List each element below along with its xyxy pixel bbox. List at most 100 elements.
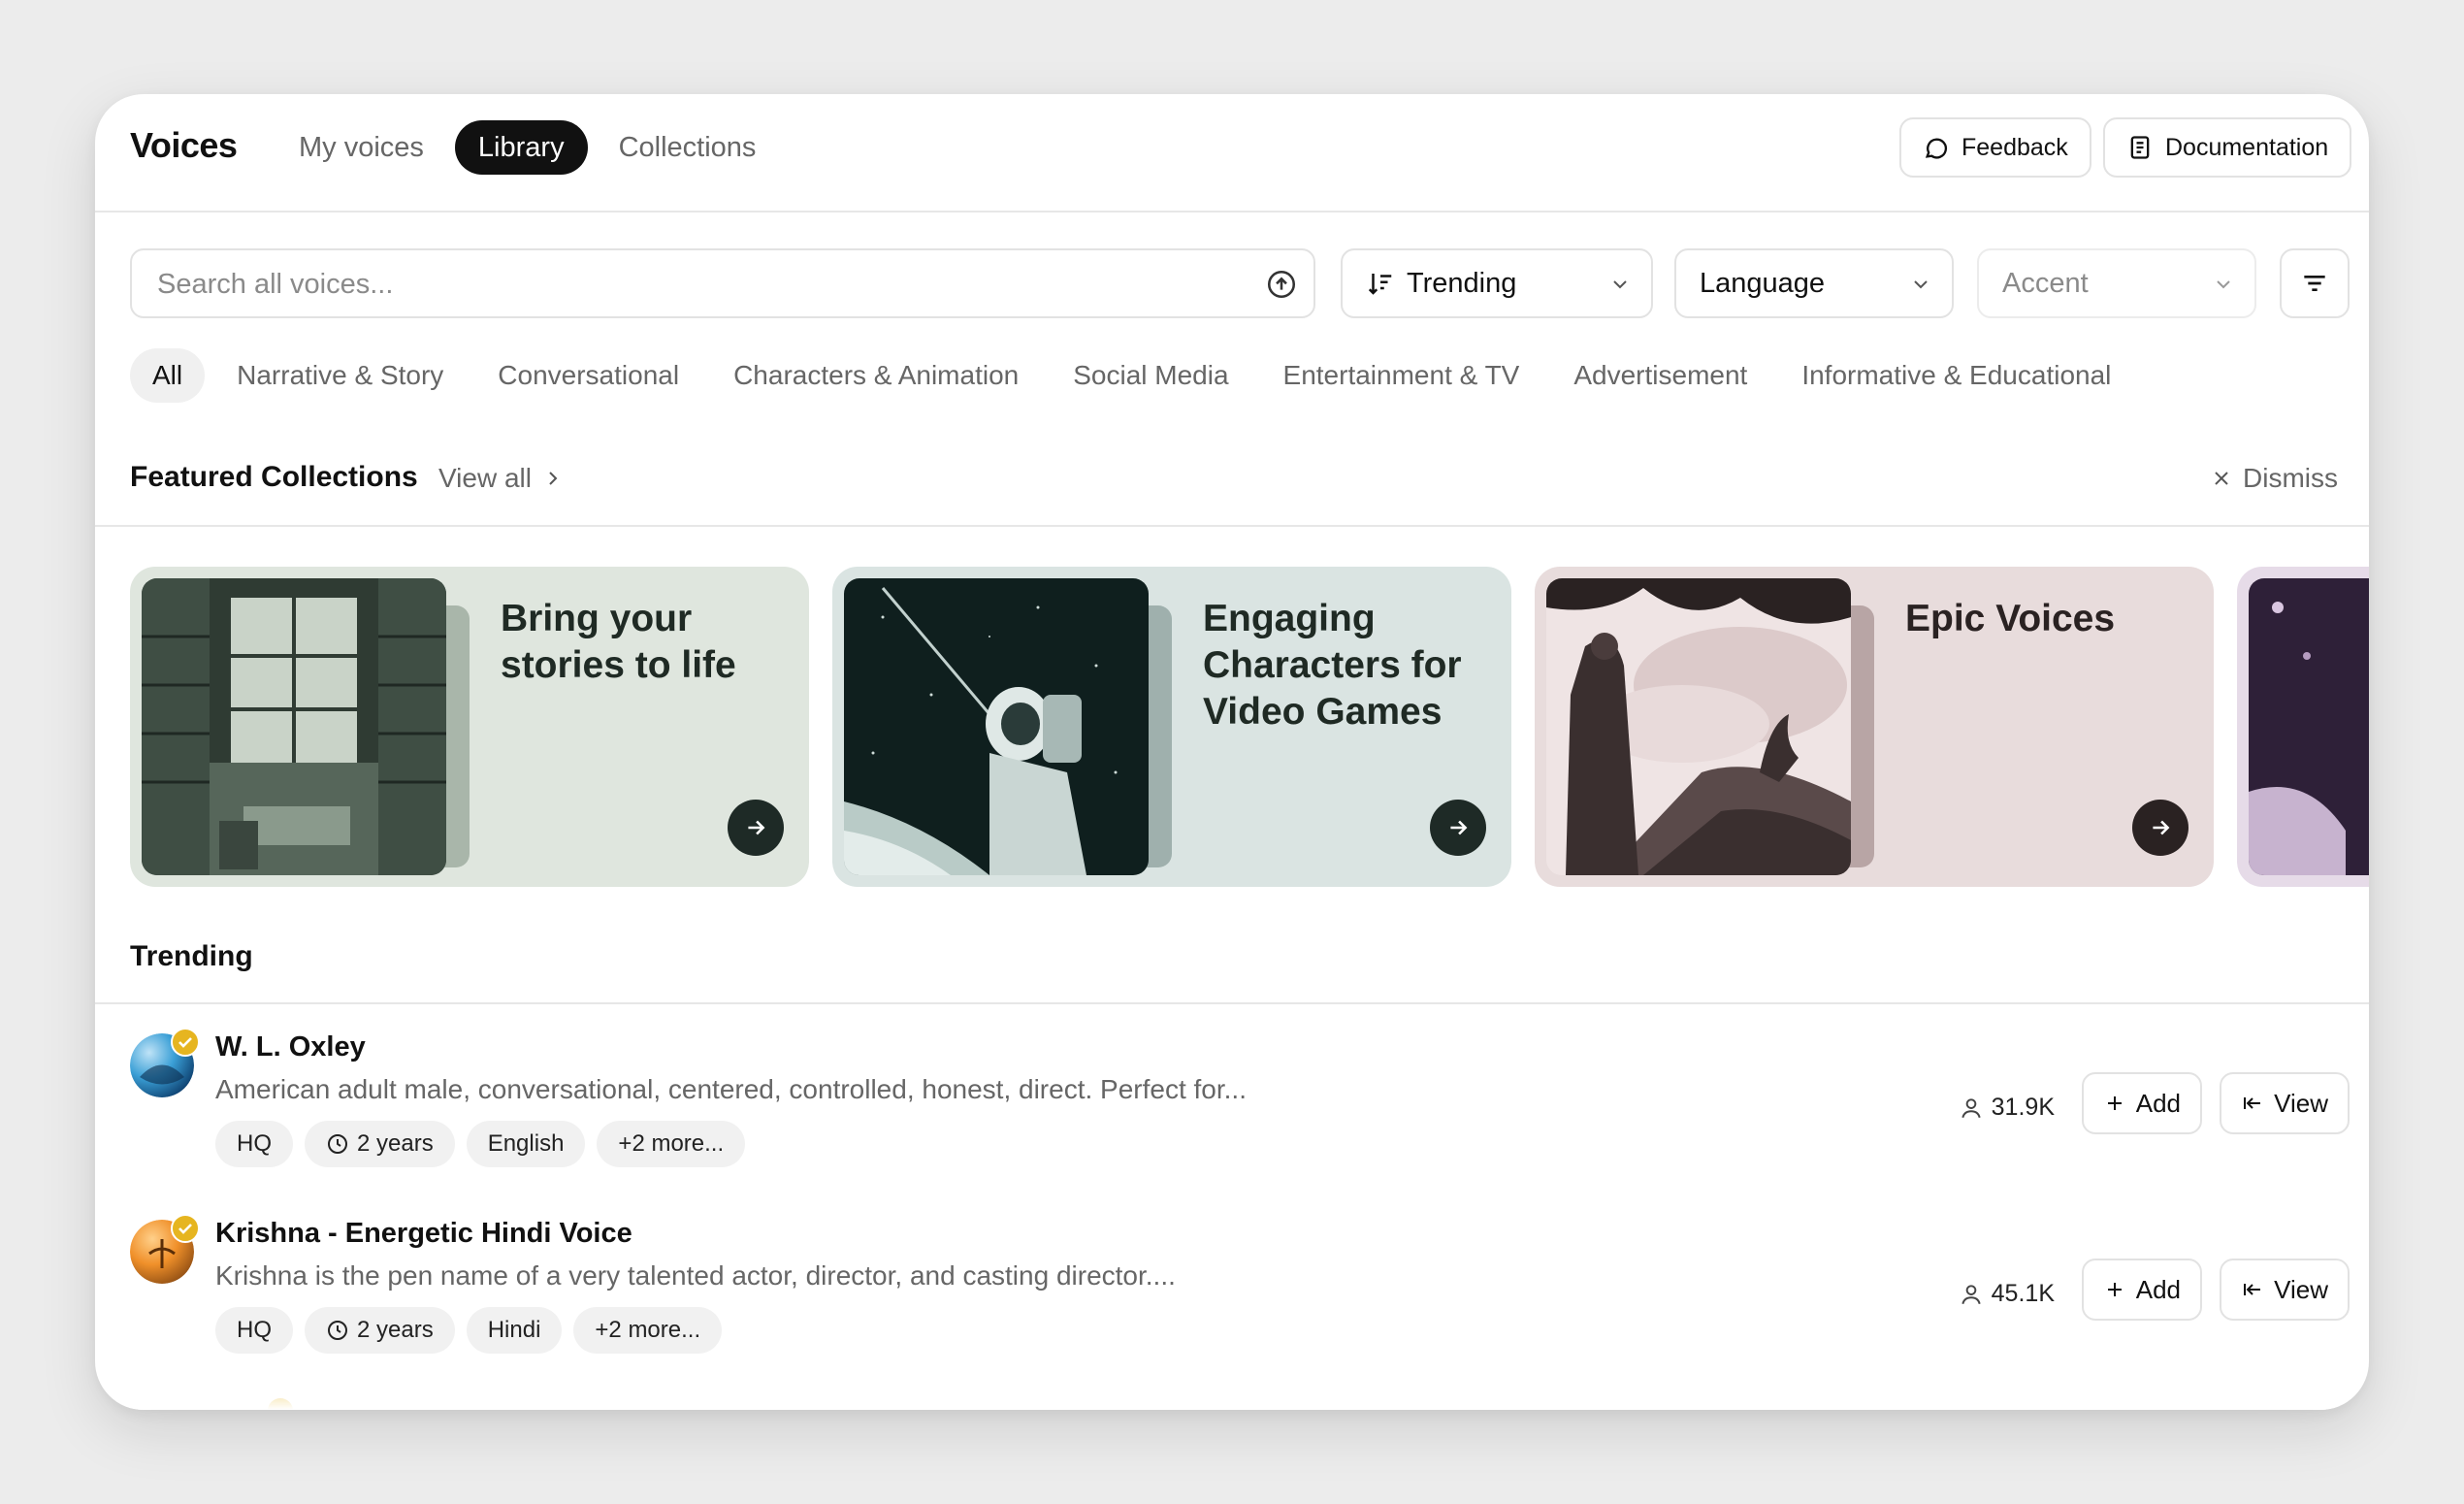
documentation-button[interactable]: Documentation xyxy=(2103,117,2352,178)
voices-window: Voices My voices Library Collections Fee… xyxy=(95,94,2369,1410)
view-label: View xyxy=(2274,1274,2328,1304)
verified-badge-icon xyxy=(171,1214,200,1243)
search-box xyxy=(130,248,1315,318)
usage-count: 45.1K xyxy=(1959,1280,2055,1308)
view-label: View xyxy=(2274,1088,2328,1118)
arrow-left-bar-icon xyxy=(2244,1097,2261,1109)
dismiss-button[interactable]: Dismiss xyxy=(2210,463,2338,494)
filter-lines-icon xyxy=(2304,276,2325,291)
header-tabs: My voices Library Collections xyxy=(276,120,779,175)
tag-age-label: 2 years xyxy=(357,1317,434,1343)
featured-collections-title: Featured Collections xyxy=(130,461,418,493)
category-conversational[interactable]: Conversational xyxy=(475,348,701,403)
feedback-button[interactable]: Feedback xyxy=(1899,117,2091,178)
library-image xyxy=(142,578,446,875)
top-bar: Voices My voices Library Collections Fee… xyxy=(95,94,2369,213)
page-title: Voices xyxy=(130,125,238,165)
arrow-right-icon xyxy=(1450,820,1468,835)
upload-circle-icon[interactable] xyxy=(1265,268,1298,301)
tag-more[interactable]: +2 more... xyxy=(573,1307,723,1354)
add-voice-button[interactable]: Add xyxy=(2081,1072,2202,1134)
category-informative-educational[interactable]: Informative & Educational xyxy=(1779,348,2133,403)
collection-card-title: Bring your stories to life xyxy=(501,598,736,686)
sort-select[interactable]: Trending xyxy=(1341,248,1653,318)
collection-card-partial[interactable] xyxy=(2237,567,2369,887)
chevron-down-icon xyxy=(1613,280,1627,289)
card-arrow-button[interactable] xyxy=(728,800,784,856)
arrow-right-icon xyxy=(748,820,765,835)
category-social-media[interactable]: Social Media xyxy=(1051,348,1250,403)
tag-age: 2 years xyxy=(305,1121,455,1167)
warrior-dragon-image xyxy=(1546,578,1851,875)
voice-tags: HQ 2 years English +2 more... xyxy=(215,1121,746,1167)
collection-card-epic-voices[interactable]: Epic Voices xyxy=(1535,567,2214,887)
add-voice-button[interactable]: Add xyxy=(2081,1259,2202,1321)
astronaut-image xyxy=(844,578,1149,875)
category-entertainment-tv[interactable]: Entertainment & TV xyxy=(1261,348,1542,403)
accent-placeholder: Accent xyxy=(2002,267,2089,299)
collection-card-title: Engaging Characters for Video Games xyxy=(1203,598,1462,733)
collection-card-stories[interactable]: Bring your stories to life xyxy=(130,567,809,887)
language-value: Language xyxy=(1700,267,1826,299)
verified-badge-icon xyxy=(171,1028,200,1057)
tag-quality: HQ xyxy=(215,1121,293,1167)
category-advertisement[interactable]: Advertisement xyxy=(1551,348,1769,403)
card-arrow-button[interactable] xyxy=(1430,800,1486,856)
view-all-label: View all xyxy=(438,463,532,493)
scroll-fade xyxy=(95,1361,2369,1410)
view-voice-button[interactable]: View xyxy=(2220,1072,2350,1134)
collection-card-video-games[interactable]: Engaging Characters for Video Games xyxy=(832,567,1511,887)
collection-card-title: Epic Voices xyxy=(1905,598,2116,639)
category-all[interactable]: All xyxy=(130,348,206,403)
plus-icon xyxy=(2107,1283,2122,1296)
dismiss-label: Dismiss xyxy=(2243,463,2338,493)
tag-language: English xyxy=(466,1121,586,1167)
voice-name[interactable]: W. L. Oxley xyxy=(215,1031,366,1063)
add-label: Add xyxy=(2135,1088,2181,1118)
accent-select[interactable]: Accent xyxy=(1977,248,2256,318)
voice-tags: HQ 2 years Hindi +2 more... xyxy=(215,1307,723,1354)
tab-collections[interactable]: Collections xyxy=(596,120,780,175)
usage-count-value: 31.9K xyxy=(1991,1094,2055,1121)
trending-title: Trending xyxy=(130,940,253,972)
sort-icon xyxy=(1368,274,1392,295)
filter-button[interactable] xyxy=(2280,248,2350,318)
card-arrow-button[interactable] xyxy=(2132,800,2188,856)
close-icon xyxy=(2215,472,2228,485)
category-narrative-story[interactable]: Narrative & Story xyxy=(214,348,466,403)
document-icon xyxy=(2130,136,2150,159)
voice-row[interactable]: Krishna - Energetic Hindi Voice Krishna … xyxy=(95,1191,2369,1365)
voice-description: Krishna is the pen name of a very talent… xyxy=(215,1260,1176,1291)
clock-icon xyxy=(328,1134,347,1154)
view-voice-button[interactable]: View xyxy=(2220,1259,2350,1321)
tab-my-voices[interactable]: My voices xyxy=(276,120,447,175)
voice-name[interactable]: Krishna - Energetic Hindi Voice xyxy=(215,1218,632,1250)
chevron-down-icon xyxy=(1914,280,1928,289)
usage-count-value: 45.1K xyxy=(1991,1280,2055,1307)
arrow-right-icon xyxy=(2153,820,2170,835)
arrow-left-bar-icon xyxy=(2244,1284,2261,1295)
chevron-down-icon xyxy=(2217,280,2230,289)
voice-row[interactable]: W. L. Oxley American adult male, convers… xyxy=(95,1004,2369,1179)
clock-icon xyxy=(328,1321,347,1340)
language-select[interactable]: Language xyxy=(1674,248,1954,318)
plus-icon xyxy=(2107,1096,2122,1110)
usage-count: 31.9K xyxy=(1959,1094,2055,1122)
tab-library[interactable]: Library xyxy=(454,120,588,175)
tag-quality: HQ xyxy=(215,1307,293,1354)
add-label: Add xyxy=(2135,1274,2181,1304)
view-all-link[interactable]: View all xyxy=(438,463,565,494)
tag-language: Hindi xyxy=(466,1307,563,1354)
chevron-right-icon xyxy=(549,472,558,485)
section-divider xyxy=(95,525,2369,527)
tag-more[interactable]: +2 more... xyxy=(597,1121,746,1167)
tag-age: 2 years xyxy=(305,1307,455,1354)
tag-age-label: 2 years xyxy=(357,1130,434,1157)
category-chips: All Narrative & Story Conversational Cha… xyxy=(130,348,2143,403)
documentation-label: Documentation xyxy=(2165,133,2329,161)
search-input[interactable] xyxy=(155,266,1226,303)
feedback-label: Feedback xyxy=(1961,133,2068,161)
user-icon xyxy=(1961,1097,1981,1118)
voice-description: American adult male, conversational, cen… xyxy=(215,1074,1247,1104)
category-characters-animation[interactable]: Characters & Animation xyxy=(711,348,1041,403)
